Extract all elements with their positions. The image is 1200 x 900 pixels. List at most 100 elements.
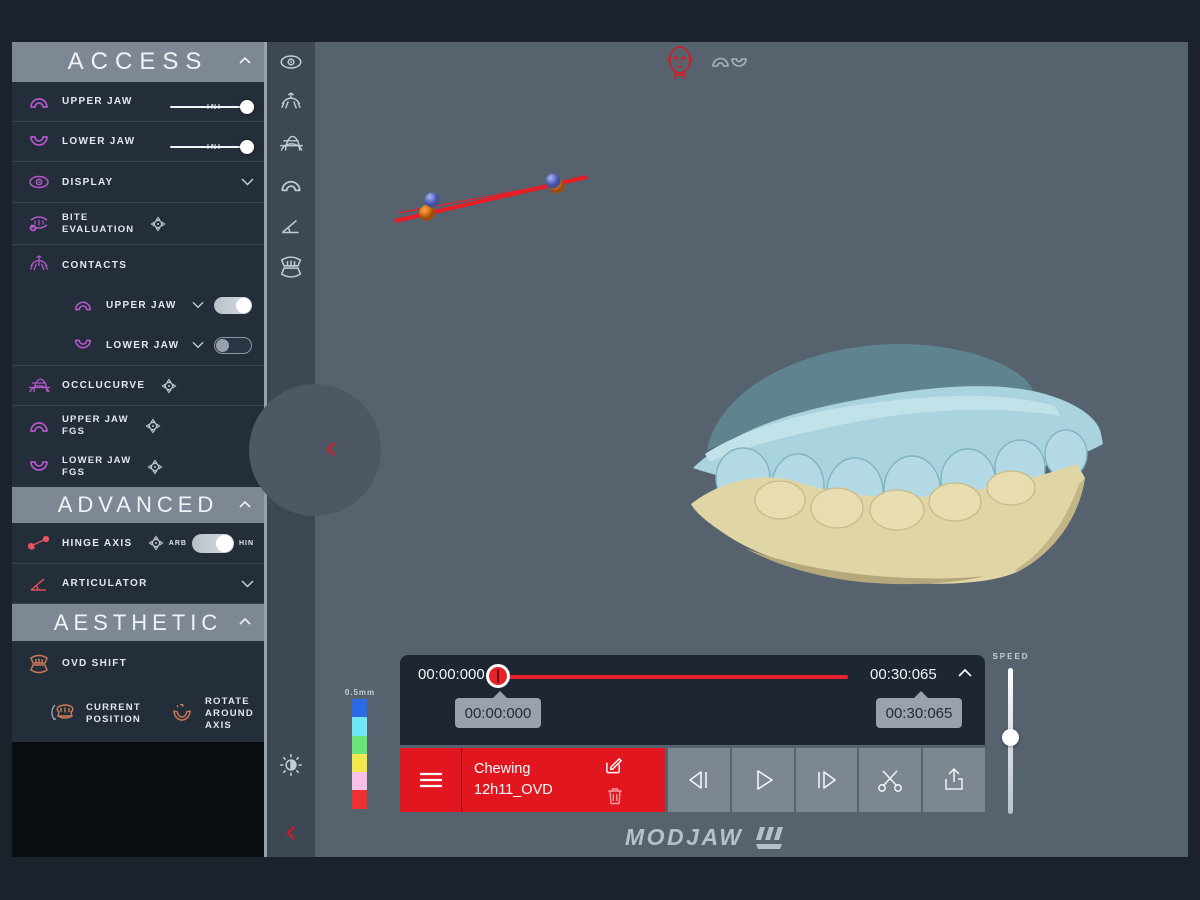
current-position-button[interactable]: CURRENT POSITION xyxy=(48,700,141,728)
timeline-playhead[interactable] xyxy=(486,664,510,688)
lower-arch-icon xyxy=(24,128,54,156)
logo-mark xyxy=(752,825,788,851)
sidebar-empty-area xyxy=(12,742,264,857)
sidebar-item-contacts[interactable]: CONTACTS xyxy=(12,245,264,285)
3d-viewport[interactable]: 0.5mm 00:00:000 00:30:065 00:00:000 00:3… xyxy=(315,42,1188,857)
eye-icon[interactable] xyxy=(276,48,306,76)
timeline-panel: 00:00:000 00:30:065 00:00:000 00:30:065 xyxy=(400,655,985,745)
play-button[interactable] xyxy=(732,748,794,812)
contacts-upper-toggle[interactable] xyxy=(214,297,252,314)
end-time-tooltip: 00:30:065 xyxy=(876,698,962,728)
clip-name: Chewing 12h11_OVD xyxy=(474,759,553,801)
eye-icon xyxy=(24,168,54,196)
upper-arch-icon[interactable] xyxy=(276,171,306,199)
logo-text: MODJAW xyxy=(625,824,744,851)
contacts-upper-jaw-label: UPPER JAW xyxy=(106,300,177,311)
bite-icon[interactable] xyxy=(276,253,306,281)
chevron-down-icon[interactable] xyxy=(192,341,204,349)
gear-icon[interactable] xyxy=(143,416,163,436)
arches-view-icon[interactable] xyxy=(709,50,749,74)
hinge-axis-toggle[interactable] xyxy=(192,534,234,553)
collapse-left-icon[interactable] xyxy=(276,819,306,847)
contacts-upper-jaw-row[interactable]: UPPER JAW xyxy=(12,285,264,325)
chevron-down-icon xyxy=(241,178,254,186)
sidebar-item-upper-jaw[interactable]: UPPER JAW INI xyxy=(12,82,264,122)
contacts-lower-jaw-label: LOWER JAW xyxy=(106,340,179,351)
contacts-icon xyxy=(24,251,54,279)
slider-knob[interactable] xyxy=(240,100,254,114)
occlucurve-label: OCCLUCURVE xyxy=(62,380,145,391)
advanced-header-label: ADVANCED xyxy=(58,492,219,518)
time-start: 00:00:000 xyxy=(418,666,485,683)
speed-slider-knob[interactable] xyxy=(1002,729,1019,746)
modjaw-app-window: ACCESS UPPER JAW INI LOWER JAW INI xyxy=(0,0,1200,900)
contacts-lower-toggle[interactable] xyxy=(214,337,252,354)
contacts-lower-jaw-row[interactable]: LOWER JAW xyxy=(12,325,264,366)
occlucurve-icon xyxy=(24,372,54,400)
hinge-axis-icon xyxy=(24,529,54,557)
hinge-axis-label: HINGE AXIS xyxy=(62,538,132,549)
ovd-shift-icon xyxy=(24,650,54,678)
articulator-label: ARTICULATOR xyxy=(62,578,148,589)
rotate-around-axis-label: ROTATE AROUND AXIS xyxy=(205,696,264,732)
rotate-around-axis-button[interactable]: ROTATE AROUND AXIS xyxy=(167,696,264,732)
lower-jaw-opacity-slider[interactable]: INI xyxy=(170,140,254,154)
section-header-aesthetic[interactable]: AESTHETIC xyxy=(12,604,264,641)
section-header-access[interactable]: ACCESS xyxy=(12,42,264,82)
step-forward-button[interactable] xyxy=(796,748,858,812)
bite-evaluation-label: BITE EVALUATION xyxy=(62,212,134,236)
edit-icon[interactable] xyxy=(604,756,623,775)
sidebar-item-display[interactable]: DISPLAY xyxy=(12,162,264,203)
hinge-toggle-arb-label: ARB xyxy=(169,540,187,547)
head-view-icon[interactable] xyxy=(663,42,697,82)
sidebar-item-articulator[interactable]: ARTICULATOR xyxy=(12,564,264,604)
menu-button[interactable] xyxy=(400,748,462,812)
sidebar-item-ovd-shift[interactable]: OVD SHIFT xyxy=(12,641,264,686)
chevron-down-icon[interactable] xyxy=(192,301,204,309)
upper-jaw-opacity-slider[interactable]: INI xyxy=(170,100,254,114)
sidebar-item-lower-jaw[interactable]: LOWER JAW INI xyxy=(12,122,264,162)
modjaw-logo: MODJAW xyxy=(625,824,788,851)
slider-knob[interactable] xyxy=(240,140,254,154)
view-mode-switch xyxy=(663,42,749,82)
gear-icon[interactable] xyxy=(146,533,166,553)
start-time-tooltip: 00:00:000 xyxy=(455,698,541,728)
lower-jaw-fgs-label: LOWER JAW FGS xyxy=(62,455,131,479)
chevron-up-icon xyxy=(238,56,252,65)
upper-jaw-fgs-label: UPPER JAW FGS xyxy=(62,414,129,438)
hinge-axis-trace xyxy=(385,157,615,242)
chevron-up-icon[interactable] xyxy=(957,668,973,678)
sidebar-item-upper-jaw-fgs[interactable]: UPPER JAW FGS xyxy=(12,406,264,446)
sidebar-item-bite-evaluation[interactable]: BITE EVALUATION xyxy=(12,203,264,245)
collapse-panel-icon[interactable] xyxy=(323,440,339,458)
step-back-button[interactable] xyxy=(668,748,730,812)
sidebar-item-lower-jaw-fgs[interactable]: LOWER JAW FGS xyxy=(12,446,264,487)
timeline-track[interactable] xyxy=(497,675,848,679)
cut-button[interactable] xyxy=(859,748,921,812)
scale-color xyxy=(352,772,367,790)
sidebar-item-occlucurve[interactable]: OCCLUCURVE xyxy=(12,366,264,406)
occlucurve-icon[interactable] xyxy=(276,130,306,158)
contacts-icon[interactable] xyxy=(276,89,306,117)
rotate-around-axis-icon xyxy=(167,700,197,728)
export-button[interactable] xyxy=(923,748,985,812)
display-label: DISPLAY xyxy=(62,177,114,188)
gear-icon[interactable] xyxy=(148,214,168,234)
scale-color xyxy=(352,754,367,772)
gear-icon[interactable] xyxy=(145,457,165,477)
brightness-icon[interactable] xyxy=(276,751,306,779)
section-header-advanced[interactable]: ADVANCED xyxy=(12,487,264,523)
trash-icon[interactable] xyxy=(607,787,623,805)
hinge-toggle-hin-label: HIN xyxy=(239,540,254,547)
articulator-icon[interactable] xyxy=(276,212,306,240)
sidebar-item-hinge-axis[interactable]: HINGE AXIS ARB HIN xyxy=(12,523,264,564)
color-scale xyxy=(352,699,367,809)
lower-jaw-label: LOWER JAW xyxy=(62,136,135,147)
upper-arch-icon xyxy=(24,88,54,116)
gear-icon[interactable] xyxy=(159,376,179,396)
upper-arch-icon xyxy=(24,412,54,440)
clip-info-block: Chewing 12h11_OVD xyxy=(400,748,665,812)
aesthetic-header-label: AESTHETIC xyxy=(54,610,222,636)
playback-buttons xyxy=(668,748,985,812)
left-panel: ACCESS UPPER JAW INI LOWER JAW INI xyxy=(12,42,264,857)
